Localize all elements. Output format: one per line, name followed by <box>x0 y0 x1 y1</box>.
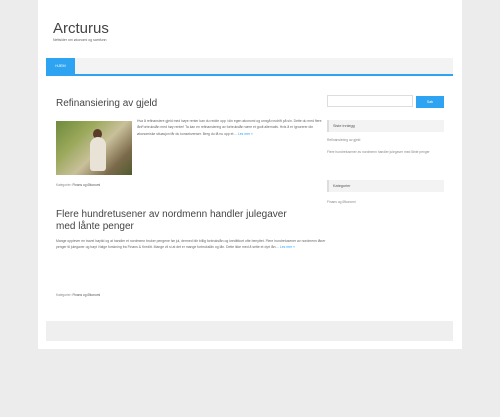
search-button[interactable]: Søk <box>416 96 444 108</box>
site-description: Nettsider om økonomi og samfunn <box>53 38 107 42</box>
post-meta: Kategorier: Finans og Økonomi <box>56 293 100 297</box>
post-thumbnail[interactable] <box>56 121 132 175</box>
read-more-link[interactable]: Les mer » <box>238 132 253 136</box>
main-navigation: Hjem <box>46 58 453 76</box>
category-link[interactable]: Finans og Økonomi <box>72 293 100 297</box>
search-input[interactable] <box>327 95 413 107</box>
post-title[interactable]: Flere hundretusener av nordmenn handler … <box>56 209 296 233</box>
post-excerpt: Mange opplever en travel høytid og at ha… <box>56 238 326 251</box>
footer <box>46 321 453 341</box>
widget-title-recent: Siste innlegg <box>327 120 444 132</box>
category-link[interactable]: Finans og Økonomi <box>327 200 445 206</box>
widget-title-categories: Kategorier <box>327 180 444 192</box>
meta-prefix: Kategorier: <box>56 183 72 187</box>
thumbnail-person-body <box>90 137 106 171</box>
read-more-link[interactable]: Les mer » <box>280 245 295 249</box>
recent-post-link[interactable]: Flere hundretusener av nordmenn handler … <box>327 150 439 156</box>
nav-item-home[interactable]: Hjem <box>46 58 75 74</box>
meta-prefix: Kategorier: <box>56 293 72 297</box>
page-container: Arcturus Nettsider om økonomi og samfunn… <box>38 0 462 349</box>
post-meta: Kategorier: Finans og Økonomi <box>56 183 100 187</box>
recent-post-link[interactable]: Refinansiering av gjeld <box>327 138 445 144</box>
excerpt-text: Hva å refinansiere gjeld med høye renter… <box>137 119 322 136</box>
category-link[interactable]: Finans og Økonomi <box>72 183 100 187</box>
post-title[interactable]: Refinansiering av gjeld <box>56 98 157 110</box>
post-excerpt: Hva å refinansiere gjeld med høye renter… <box>137 118 326 137</box>
site-title[interactable]: Arcturus <box>53 20 109 37</box>
